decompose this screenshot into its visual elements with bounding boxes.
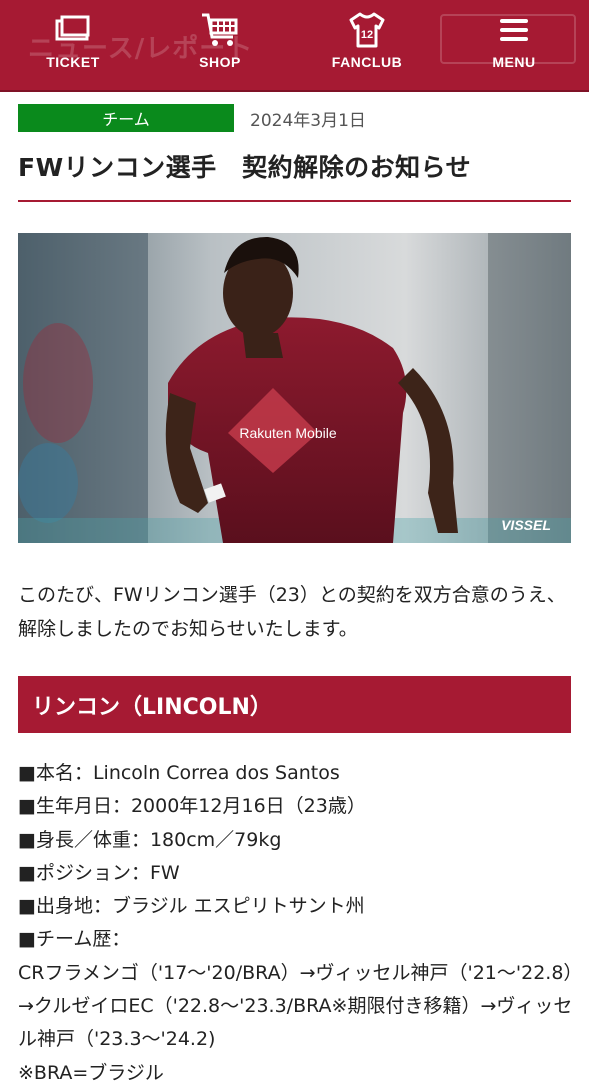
profile-history: CRフラメンゴ（'17～'20/BRA）→ヴィッセル神戸（'21～'22.8）→… [18, 961, 573, 1051]
nav-shop-label: SHOP [199, 54, 241, 70]
nav-fanclub-label: FANCLUB [331, 54, 403, 70]
nav-fanclub-button[interactable]: 12 FANCLUB [312, 10, 422, 80]
profile-birthplace: ■出身地：ブラジル エスピリトサント州 [18, 895, 365, 918]
nav-shop-button[interactable]: SHOP [165, 10, 275, 80]
player-profile: ■本名：Lincoln Correa dos Santos ■生年月日：2000… [18, 757, 578, 1090]
svg-text:Rakuten Mobile: Rakuten Mobile [239, 425, 336, 441]
nav-menu-label: MENU [492, 54, 536, 70]
ticket-icon [53, 10, 93, 50]
profile-note: ※BRA=ブラジル [18, 1061, 164, 1084]
article-date: 2024年3月1日 [250, 110, 366, 131]
hamburger-icon [494, 10, 534, 50]
jersey-icon: 12 [347, 10, 387, 50]
article-meta: チーム 2024年3月1日 [18, 104, 366, 132]
profile-size: ■身長／体重：180cm／79kg [18, 828, 282, 851]
profile-name: ■本名：Lincoln Correa dos Santos [18, 762, 340, 784]
photo-watermark: VISSEL [501, 517, 551, 533]
nav-ticket-label: TICKET [46, 54, 100, 70]
profile-position: ■ポジション：FW [18, 861, 180, 884]
nav-menu-button[interactable]: MENU [459, 10, 569, 80]
cart-icon [200, 10, 240, 50]
title-divider [18, 200, 571, 202]
profile-birthday: ■生年月日：2000年12月16日（23歳） [18, 795, 366, 818]
article-title: FWリンコン選手 契約解除のお知らせ [18, 153, 472, 182]
nav-ticket-button[interactable]: TICKET [18, 10, 128, 80]
fanclub-number: 12 [361, 29, 373, 41]
category-badge[interactable]: チーム [18, 104, 234, 132]
top-navigation: ニュース/レポート TICKET SHOP 12 FANCLUB MENU [0, 0, 589, 92]
article-lead: このたび、FWリンコン選手（23）との契約を双方合意のうえ、解除しましたのでお知… [18, 584, 566, 640]
player-photo: Rakuten Mobile VISSEL [18, 233, 571, 543]
section-heading: リンコン（LINCOLN） [18, 676, 571, 733]
profile-history-label: ■チーム歴： [18, 928, 131, 951]
